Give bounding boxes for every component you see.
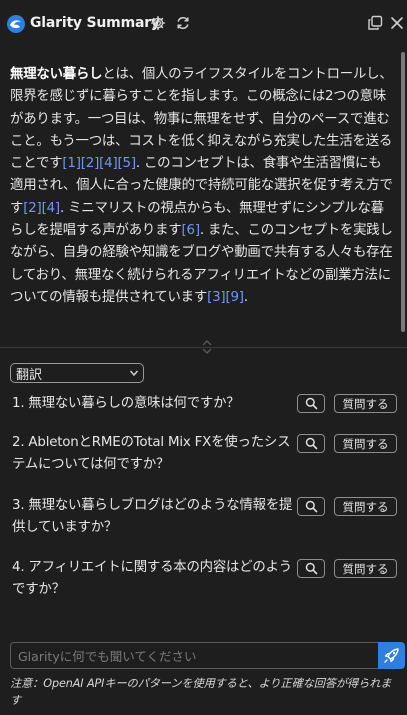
search-icon	[305, 397, 318, 410]
suggested-question-4: 4. アフィリエイトに関する本の内容はどのようですか？	[12, 560, 292, 598]
header-bar: Glarity Summary	[0, 0, 407, 48]
suggested-question-1: 1. 無理ない暮らしの意味は何ですか？	[12, 396, 240, 411]
send-button[interactable]	[378, 642, 405, 669]
ask-button-1[interactable]: 質問する	[334, 394, 397, 413]
glarity-logo-icon	[7, 15, 25, 33]
citation-link[interactable]: [5]	[118, 156, 137, 171]
gear-icon[interactable]	[150, 15, 166, 31]
ask-button-4[interactable]: 質問する	[334, 559, 397, 578]
rocket-send-icon	[384, 648, 399, 663]
search-icon	[305, 562, 318, 575]
search-button-1[interactable]	[297, 394, 325, 413]
suggested-question-2: 2. AbletonとRMEのTotal Mix FXを使ったシステムについては…	[12, 435, 291, 473]
ask-button-2[interactable]: 質問する	[334, 434, 397, 453]
search-icon	[305, 437, 318, 450]
app-title: Glarity Summary	[30, 15, 160, 31]
summary-text: 無理ない暮らしとは、個人のライフスタイルをコントロールし、限界を感じずに暮らすこ…	[10, 64, 394, 309]
summary-keyword: 無理ない暮らし	[10, 67, 103, 82]
scrollbar-thumb[interactable]	[401, 52, 405, 332]
citation-link[interactable]: [6]	[181, 223, 200, 238]
chevron-down-icon	[129, 370, 139, 377]
search-button-2[interactable]	[297, 434, 325, 453]
suggested-question-3: 3. 無理ない暮らしブログはどのような情報を提供していますか？	[12, 498, 293, 536]
chat-input[interactable]: Glarityに何でも聞いてください	[10, 642, 378, 669]
citation-link[interactable]: [3]	[207, 290, 226, 305]
section-divider	[0, 347, 407, 348]
popout-icon[interactable]	[367, 15, 383, 31]
close-icon[interactable]	[389, 15, 405, 31]
refresh-icon[interactable]	[175, 15, 191, 31]
search-button-3[interactable]	[297, 497, 325, 516]
translate-select[interactable]: 翻訳	[10, 363, 144, 383]
citation-link[interactable]: [2]	[81, 156, 100, 171]
search-icon	[305, 500, 318, 513]
citation-link[interactable]: [1]	[62, 156, 81, 171]
citation-link[interactable]: [4]	[42, 201, 61, 216]
citation-link[interactable]: [2]	[23, 201, 42, 216]
citation-link[interactable]: [4]	[99, 156, 118, 171]
citation-link[interactable]: [9]	[225, 290, 244, 305]
summary-segment: .	[243, 289, 248, 305]
api-key-note: 注意：OpenAI APIキーのパターンを使用すると、より正確な回答が得られます	[10, 677, 392, 707]
ask-button-3[interactable]: 質問する	[334, 497, 397, 516]
translate-select-value: 翻訳	[16, 367, 43, 383]
search-button-4[interactable]	[297, 559, 325, 578]
